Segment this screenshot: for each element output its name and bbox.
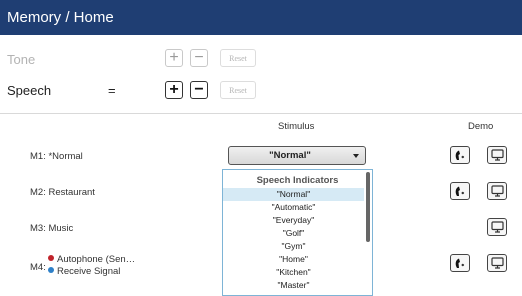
program-m4-items: Autophone (Sen… Receive Signal xyxy=(48,254,135,278)
dropdown-option[interactable]: "Master" xyxy=(223,279,364,292)
dropdown-option[interactable]: "Everyday" xyxy=(223,214,364,227)
program-m4-item: Receive Signal xyxy=(48,266,135,278)
speech-plus-button[interactable]: + xyxy=(165,81,183,99)
blue-dot-icon xyxy=(48,267,54,273)
stimulus-column-header: Stimulus xyxy=(278,121,315,132)
dropdown-option[interactable]: "Gym" xyxy=(223,240,364,253)
monitor-icon xyxy=(490,257,504,269)
speech-minus-button[interactable]: − xyxy=(190,81,208,99)
speech-equals-indicator: = xyxy=(108,83,116,98)
tone-label: Tone xyxy=(7,52,36,67)
speech-reset-button[interactable]: Reset xyxy=(220,81,256,99)
dropdown-group-header: Speech Indicators xyxy=(256,175,339,186)
ear-icon xyxy=(455,258,465,268)
program-m3-label: M3: Music xyxy=(30,223,74,234)
dropdown-option[interactable]: "Golf" xyxy=(223,227,364,240)
speech-label: Speech xyxy=(7,83,52,98)
program-m4-item-text: Autophone (Sen… xyxy=(57,254,136,265)
stimulus-dropdown-list[interactable]: Speech Indicators "Normal" "Automatic" "… xyxy=(222,169,373,296)
dropdown-option[interactable]: "Home" xyxy=(223,253,364,266)
stimulus-select[interactable]: "Normal" xyxy=(228,146,366,165)
demo-monitor-button[interactable] xyxy=(487,254,507,272)
dropdown-scrollbar[interactable] xyxy=(366,172,370,242)
demo-ear-button[interactable] xyxy=(450,182,470,200)
stimulus-select-value: "Normal" xyxy=(269,150,311,161)
title-bar: Memory / Home xyxy=(0,0,522,35)
program-m4-item-text: Receive Signal xyxy=(57,266,121,277)
demo-monitor-button[interactable] xyxy=(487,146,507,164)
demo-ear-button[interactable] xyxy=(450,254,470,272)
dropdown-option[interactable]: "Automatic" xyxy=(223,201,364,214)
demo-ear-button[interactable] xyxy=(450,146,470,164)
program-m1-label: M1: *Normal xyxy=(30,151,83,162)
program-m4-label: M4: xyxy=(30,262,46,273)
monitor-icon xyxy=(490,221,504,233)
demo-monitor-button[interactable] xyxy=(487,218,507,236)
dropdown-option[interactable]: "Normal" xyxy=(223,188,364,201)
ear-icon xyxy=(455,150,465,160)
program-m2-label: M2: Restaurant xyxy=(30,187,95,198)
tone-reset-button[interactable]: Reset xyxy=(220,49,256,67)
demo-column-header: Demo xyxy=(468,121,494,132)
section-divider xyxy=(0,113,522,114)
red-dot-icon xyxy=(48,255,54,261)
dropdown-option[interactable]: "Kitchen" xyxy=(223,266,364,279)
ear-icon xyxy=(455,186,465,196)
tone-plus-button[interactable]: + xyxy=(165,49,183,67)
tone-minus-button[interactable]: − xyxy=(190,49,208,67)
program-m4-item: Autophone (Sen… xyxy=(48,254,135,266)
window-title: Memory / Home xyxy=(7,9,114,26)
monitor-icon xyxy=(490,149,504,161)
chevron-down-icon xyxy=(353,154,359,158)
monitor-icon xyxy=(490,185,504,197)
demo-monitor-button[interactable] xyxy=(487,182,507,200)
